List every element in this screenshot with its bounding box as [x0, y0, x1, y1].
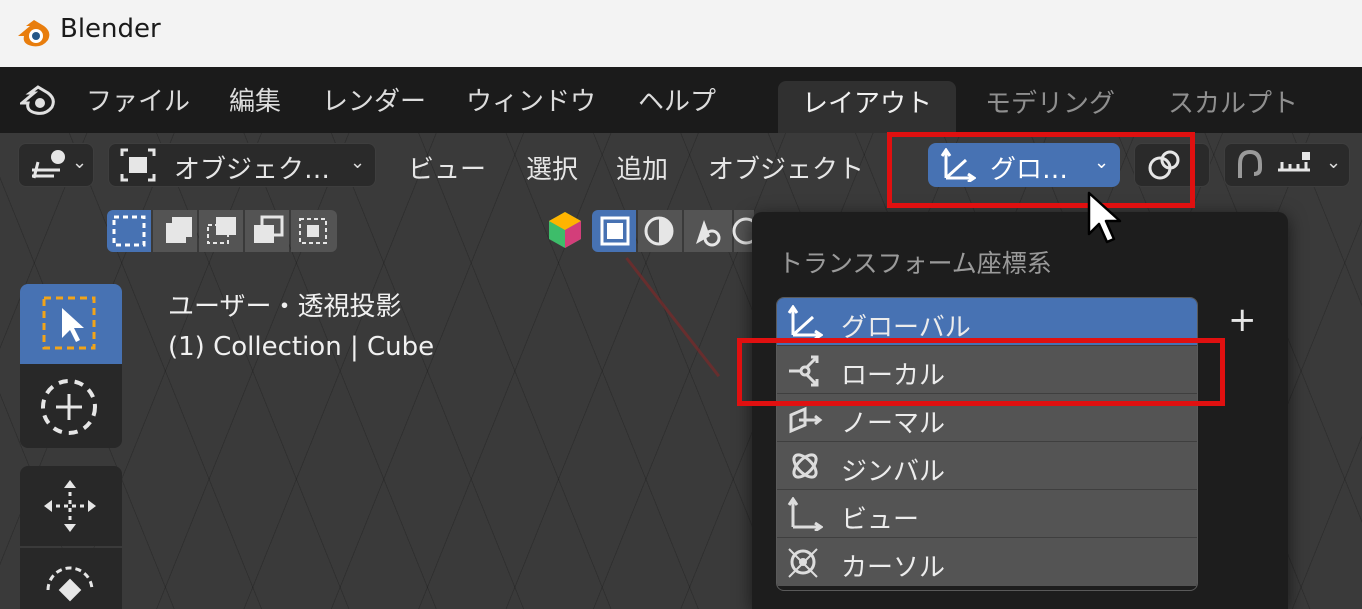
top-bar: ファイル 編集 レンダー ウィンドウ ヘルプ レイアウト モデリング スカルプト: [0, 67, 1362, 133]
chevron-down-icon: ⌄: [1326, 152, 1342, 173]
snap-increment-icon: [1278, 152, 1310, 172]
gizmo-toggle-icon[interactable]: [546, 210, 584, 250]
chevron-down-icon: ⌄: [72, 152, 88, 173]
chevron-down-icon: ⌄: [350, 152, 366, 173]
select-box-icon: [42, 296, 96, 350]
mode-label: オブジェク…: [174, 155, 331, 185]
menu-title: トランスフォーム座標系: [778, 249, 1052, 278]
orientation-item-label: ビュー: [841, 505, 920, 535]
viewport-editor-icon: [32, 150, 65, 179]
tab-sculpt[interactable]: スカルプト: [1168, 81, 1298, 133]
highlight-local-item: [737, 338, 1225, 406]
highlight-orientation-button: [887, 132, 1195, 208]
rotate-icon: [46, 566, 94, 602]
3d-cursor-icon: [41, 379, 97, 435]
orientation-item-cursor[interactable]: カーソル: [777, 538, 1197, 586]
view-name: ユーザー・透視投影: [168, 292, 402, 322]
orientation-item-gimbal[interactable]: ジンバル: [777, 442, 1197, 490]
blender-menu-icon[interactable]: [20, 83, 60, 117]
menu-render[interactable]: レンダー: [322, 81, 426, 118]
object-info: (1) Collection | Cube: [168, 332, 435, 362]
header-menu-select[interactable]: 選択: [526, 149, 578, 186]
menu-file[interactable]: ファイル: [86, 81, 190, 118]
move-icon: [44, 480, 96, 532]
tab-modeling[interactable]: モデリング: [985, 81, 1115, 133]
window-title: Blender: [60, 14, 161, 44]
orientation-item-label: ジンバル: [841, 457, 946, 487]
blender-logo-icon: [18, 20, 50, 47]
cursor-orientation-icon: [788, 548, 818, 578]
object-mode-icon: [120, 148, 156, 182]
header-menu-view[interactable]: ビュー: [408, 149, 486, 186]
global-orientation-icon: [787, 305, 823, 339]
select-mode-icons: [112, 215, 327, 247]
snap-magnet-icon: [1238, 149, 1262, 178]
orientation-item-label: ノーマル: [841, 409, 946, 439]
gimbal-orientation-icon: [792, 453, 818, 479]
menu-edit[interactable]: 編集: [229, 81, 281, 118]
header-menu-add[interactable]: 追加: [616, 149, 668, 186]
header-menu-object[interactable]: オブジェクト: [708, 149, 864, 186]
mouse-pointer-icon: [1087, 191, 1122, 244]
orientation-item-view[interactable]: ビュー: [777, 490, 1197, 538]
view-orientation-icon: [787, 497, 823, 531]
add-orientation-button[interactable]: +: [1228, 300, 1257, 340]
shading-icons: [600, 216, 752, 247]
menu-window[interactable]: ウィンドウ: [466, 81, 596, 118]
window-titlebar: Blender: [0, 0, 1362, 67]
normal-orientation-icon: [789, 406, 823, 434]
menu-help[interactable]: ヘルプ: [638, 81, 716, 118]
tab-layout[interactable]: レイアウト: [778, 81, 957, 133]
orientation-item-label: カーソル: [841, 553, 946, 583]
